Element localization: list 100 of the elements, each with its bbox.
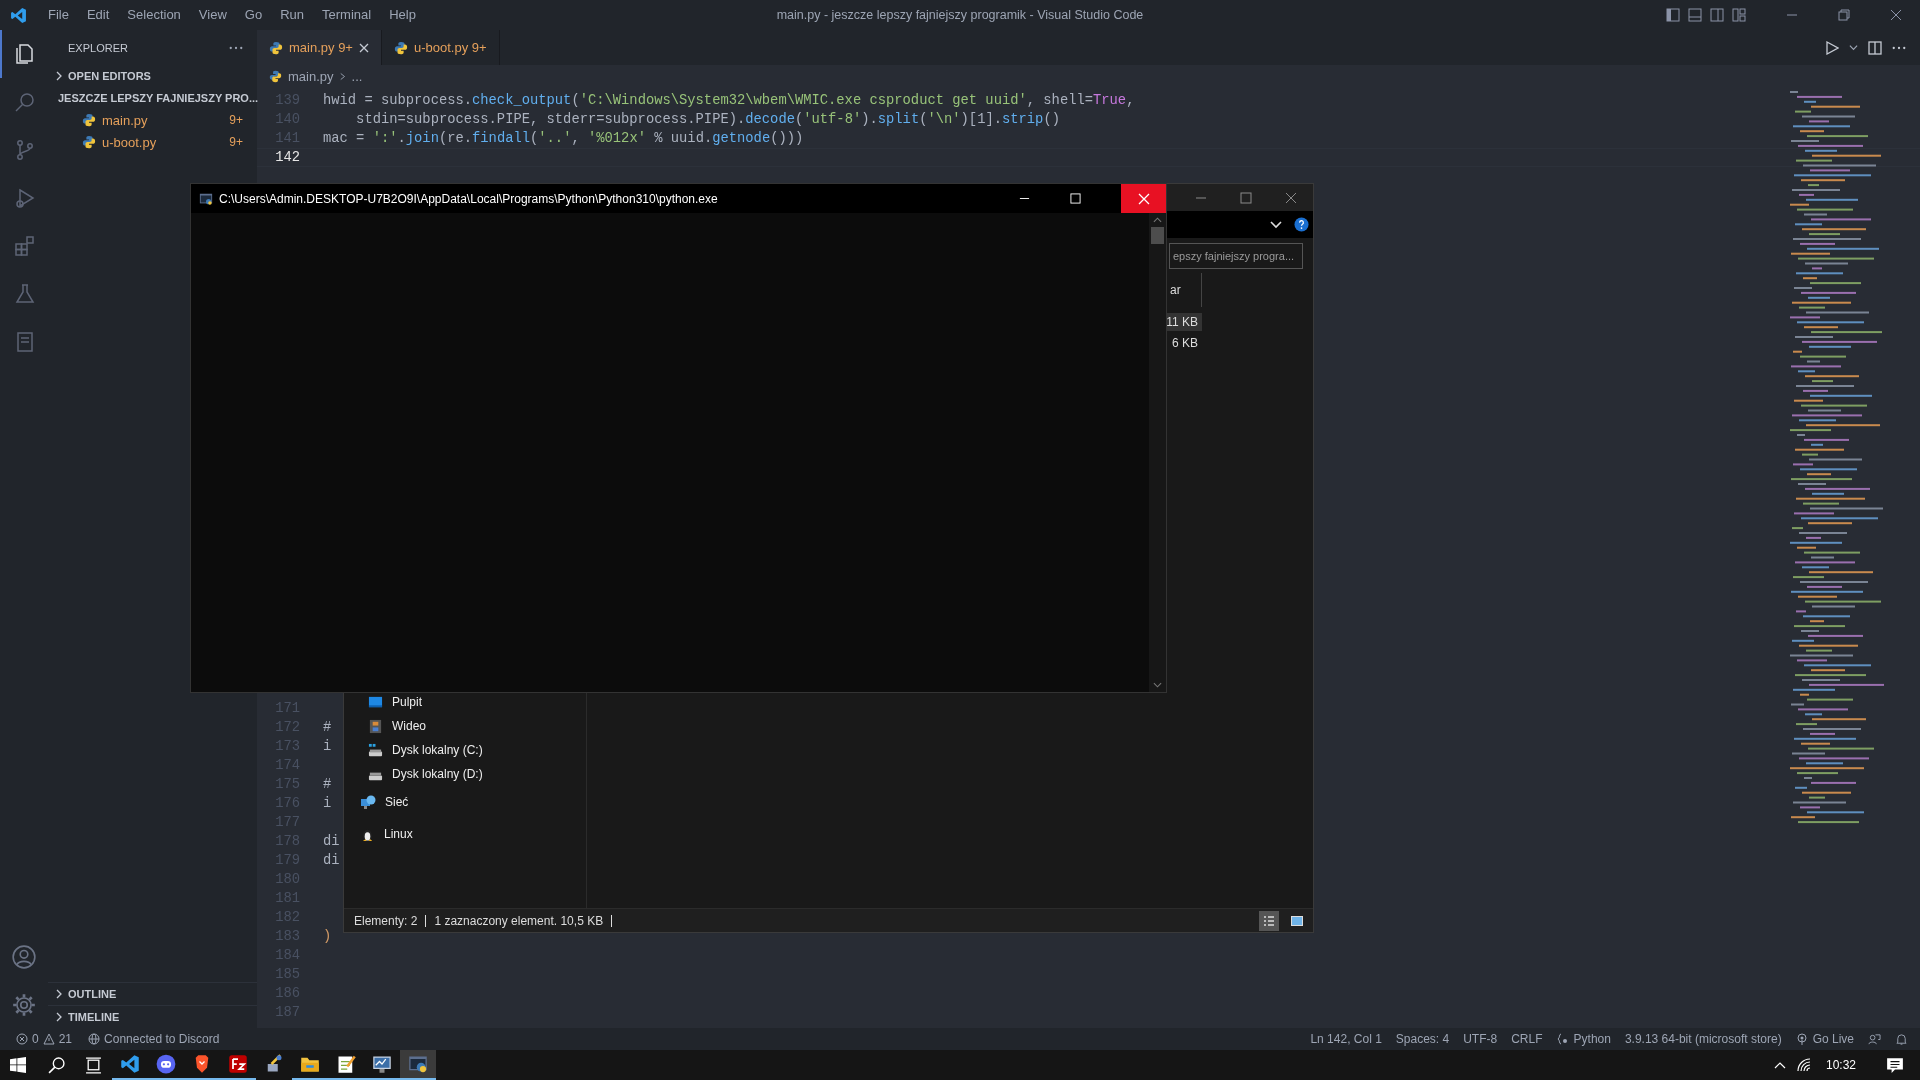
chevron-icon[interactable] [54, 1012, 64, 1022]
nav-item[interactable]: Pulpit [392, 695, 423, 709]
sidebar-title: EXPLORER [68, 41, 128, 54]
maximize-icon[interactable] [1240, 191, 1252, 204]
section-header[interactable]: OUTLINE [68, 988, 117, 1000]
search-field[interactable]: epszy fajniejszy progra... [1169, 242, 1303, 269]
chevron-down-icon[interactable] [1849, 43, 1858, 52]
problem-count: 9+ [229, 113, 243, 127]
nav-item[interactable]: Dysk lokalny (D:) [392, 767, 483, 781]
python-file-icon [82, 135, 96, 149]
close-icon[interactable] [1285, 191, 1297, 204]
menu-item[interactable]: Go [235, 4, 272, 26]
feedback-icon[interactable] [1868, 1032, 1881, 1046]
settings-icon[interactable] [11, 992, 37, 1018]
menu-item[interactable]: View [189, 4, 236, 26]
status-item[interactable]: CRLF [1511, 1032, 1543, 1046]
chevron-down-icon[interactable] [1270, 220, 1282, 229]
code-line: di [323, 853, 340, 868]
chevron-icon[interactable] [54, 989, 64, 999]
window-title: C:\Users\Admin.DESKTOP-U7B2O9I\AppData\Local\Programs\Python\Python310\python.exe [219, 191, 718, 206]
menu-item[interactable]: Selection [118, 4, 190, 26]
status-text: 1 zaznaczony element. 10,5 KB [434, 913, 604, 928]
scrollbar-thumb[interactable] [1151, 227, 1164, 244]
split-layout-icon[interactable] [1710, 8, 1724, 22]
menu-item[interactable]: Edit [77, 4, 119, 26]
scroll-up-icon[interactable] [1153, 217, 1162, 223]
film-icon [368, 718, 383, 734]
nav-item[interactable]: Wideo [392, 719, 426, 733]
start-icon[interactable] [10, 1057, 26, 1073]
code-line: stdin=subprocess.PIPE, stderr=subprocess.PIPE).decode('utf-8').split('\n')[1].strip() [355, 112, 1060, 127]
list-view-icon [1263, 914, 1275, 927]
breadcrumb-item[interactable]: ... [351, 68, 363, 84]
nav-item[interactable]: Linux [384, 827, 413, 841]
line-number: 142 [274, 150, 300, 165]
nav-item[interactable]: Sieć [385, 795, 409, 809]
editor-tab[interactable]: main.py 9+ [257, 30, 382, 65]
menu-item[interactable]: Help [380, 4, 425, 26]
tree-python-entry[interactable]: main.py [102, 112, 224, 128]
code-line: # [323, 720, 332, 735]
breadcrumb-item[interactable]: main.py [288, 68, 334, 84]
go-live-button[interactable]: Go Live [1812, 1032, 1854, 1046]
warning-count[interactable]: 21 [58, 1032, 73, 1046]
python-file-icon [82, 113, 96, 127]
discord-status[interactable]: Connected to Discord [104, 1032, 220, 1046]
restore-icon[interactable] [1838, 9, 1850, 21]
python-file-icon [269, 40, 283, 55]
network-icon [360, 794, 376, 810]
notification-icon[interactable] [1886, 1056, 1904, 1074]
sidebar-layout-icon[interactable] [1666, 8, 1680, 22]
menu-item[interactable]: File [39, 4, 78, 26]
status-item[interactable]: Ln 142, Col 1 [1310, 1032, 1382, 1046]
menu-item[interactable]: Run [271, 4, 313, 26]
search-icon[interactable] [48, 1056, 65, 1074]
code-line: di [323, 834, 340, 849]
status-item[interactable]: Spaces: 4 [1395, 1032, 1450, 1046]
python-file-icon [269, 69, 282, 83]
more-icon[interactable] [1892, 45, 1906, 50]
window-title: main.py - jeszcze lepszy fajniejszy programik - Visual Studio Code [776, 8, 1144, 22]
bell-icon[interactable] [1895, 1032, 1908, 1046]
close-icon[interactable] [1890, 9, 1902, 21]
broadcast-icon [1795, 1033, 1808, 1045]
error-count[interactable]: 0 [32, 1032, 39, 1046]
warning-icon [42, 1033, 55, 1045]
python-console-icon[interactable] [400, 1050, 436, 1080]
section-header[interactable]: OPEN EDITORS [68, 70, 151, 82]
menu-item[interactable]: Terminal [313, 4, 381, 26]
layout-grid-icon[interactable] [1732, 8, 1746, 22]
chevron-up-icon[interactable] [1773, 1061, 1786, 1069]
section-header[interactable]: JESZCZE LEPSZY FAJNIEJSZY PRO... [58, 92, 259, 104]
view-button[interactable] [1259, 910, 1279, 931]
close-icon [1137, 192, 1150, 205]
task-view-icon[interactable] [85, 1056, 102, 1074]
preview-pane-icon [1291, 914, 1303, 927]
tree-python-entry[interactable]: u-boot.py [102, 134, 224, 150]
status-text: Elementy: 2 [354, 913, 418, 928]
section-header[interactable]: TIMELINE [68, 1011, 120, 1023]
status-item[interactable]: 3.9.13 64-bit (microsoft store) [1624, 1032, 1782, 1046]
scrollbar[interactable] [1149, 213, 1166, 692]
split-editor-icon[interactable] [1868, 40, 1882, 55]
clock[interactable]: 10:32 [1825, 1058, 1856, 1072]
language-mode[interactable]: Python [1573, 1032, 1611, 1046]
status-item[interactable]: UTF-8 [1463, 1032, 1498, 1046]
desktop-icon [368, 694, 383, 710]
code-line: mac = ':'.join(re.findall('..', '%012x' % uuid.getnode())) [323, 131, 804, 146]
wifi-icon[interactable] [1795, 1057, 1812, 1073]
chevron-icon[interactable] [54, 71, 64, 81]
column-header[interactable]: ar [1170, 283, 1181, 297]
more-icon[interactable] [229, 45, 243, 50]
close-icon[interactable] [358, 42, 369, 53]
run-icon[interactable] [1825, 40, 1839, 55]
problem-count: 9+ [229, 135, 243, 149]
code-line: # [323, 777, 332, 792]
scroll-down-icon[interactable] [1153, 682, 1162, 688]
globe-icon [88, 1033, 101, 1045]
code-line: i [323, 796, 332, 811]
help-icon[interactable] [1294, 217, 1309, 232]
nav-item[interactable]: Dysk lokalny (C:) [392, 743, 483, 757]
vscode-logo-icon [10, 6, 27, 24]
panel-layout-icon[interactable] [1688, 8, 1702, 22]
account-icon[interactable] [11, 944, 37, 970]
